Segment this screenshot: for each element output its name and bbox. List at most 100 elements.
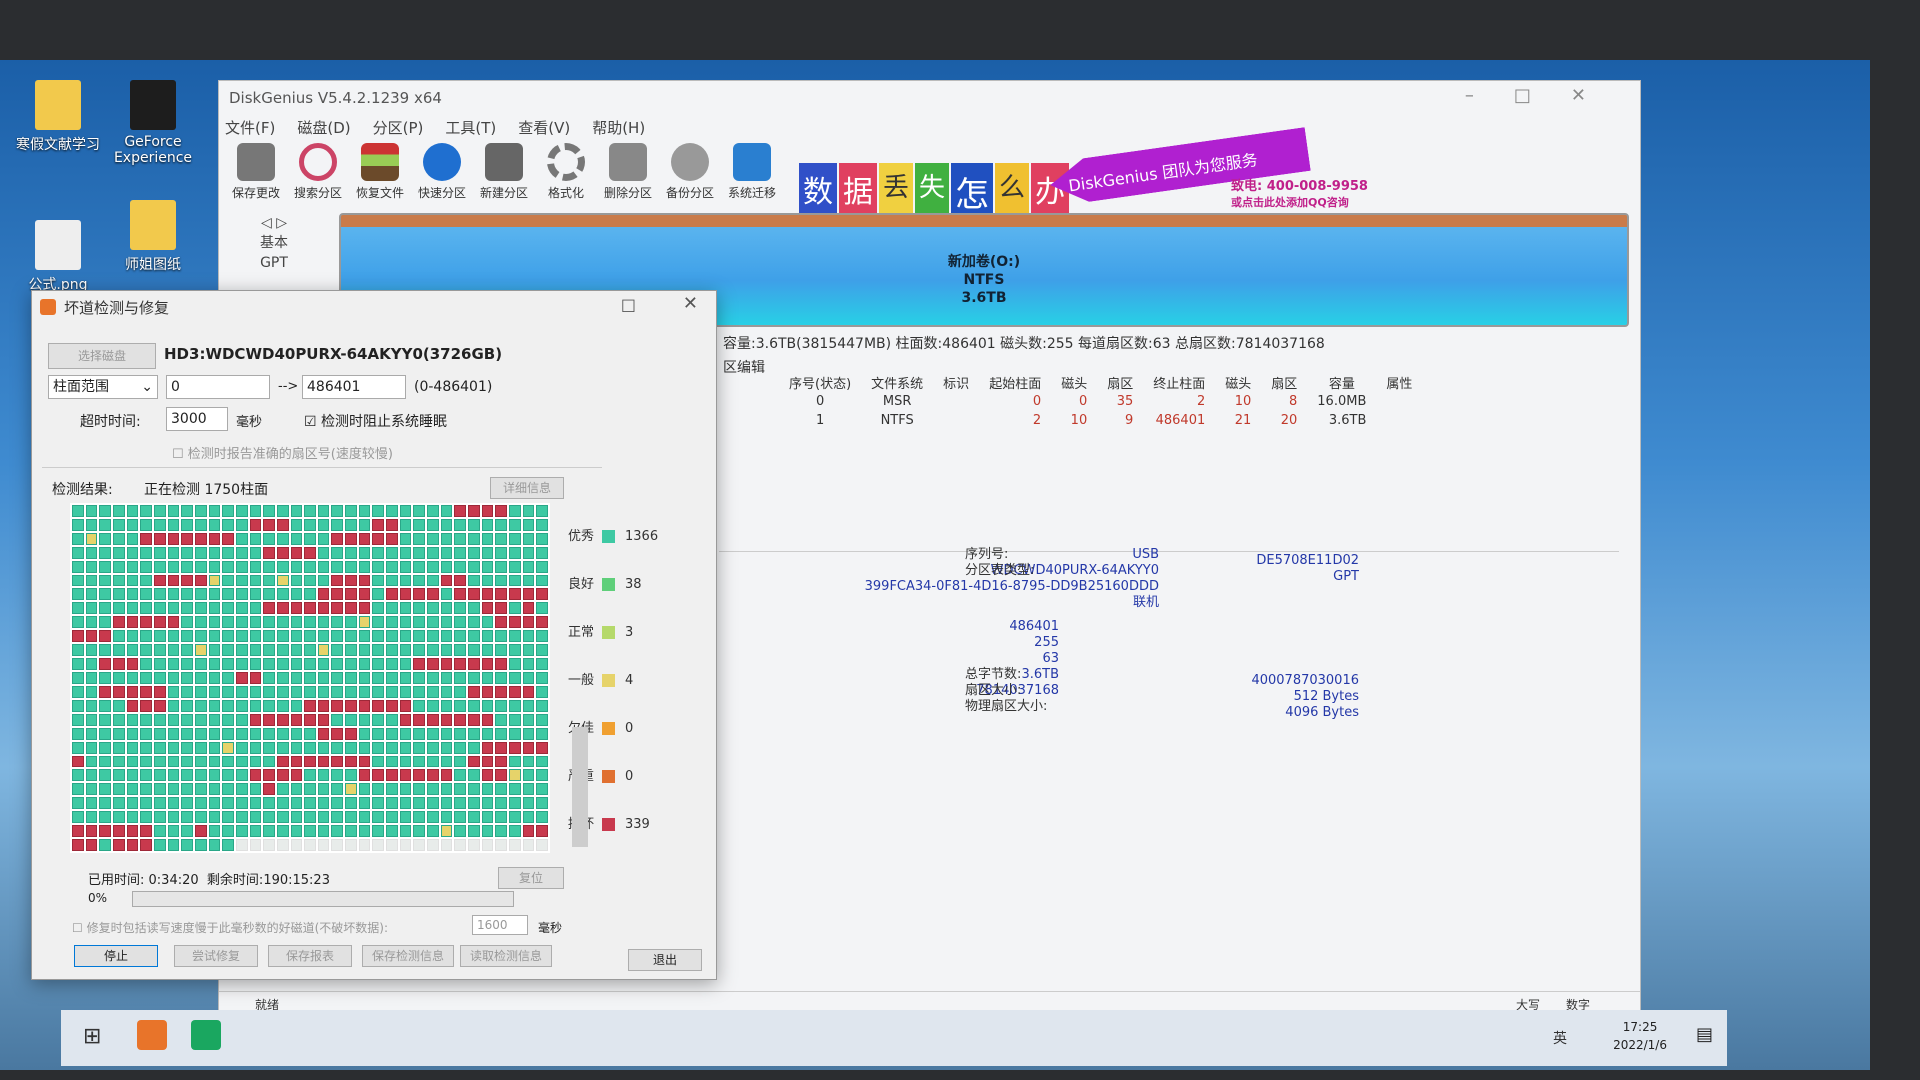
from-input[interactable]: 0 — [166, 375, 270, 399]
menu-tools[interactable]: 工具(T) — [445, 119, 496, 137]
range-mode-select[interactable]: 柱面范围 ⌄ — [48, 375, 158, 399]
cylinder-block — [358, 602, 371, 615]
load-scan-info-button[interactable]: 读取检测信息 — [460, 945, 552, 967]
tab-partition-edit[interactable]: 区编辑 — [723, 357, 765, 377]
cylinder-block — [372, 741, 385, 754]
menu-view[interactable]: 查看(V) — [518, 119, 570, 137]
cylinder-block — [481, 769, 494, 782]
desktop-icon-doc[interactable]: 寒假文献学习 — [8, 80, 108, 154]
cylinder-block — [222, 505, 234, 517]
cylinder-block — [72, 644, 84, 657]
table-row[interactable]: 1 NTFS 2 10 9 486401 21 20 3.6TB — [779, 411, 1422, 430]
menu-help[interactable]: 帮助(H) — [592, 119, 645, 137]
exit-button[interactable]: 退出 — [628, 949, 702, 971]
cylinder-block — [427, 602, 439, 615]
cylinder-block — [72, 713, 84, 726]
cylinder-block — [304, 616, 316, 629]
cylinder-block — [427, 783, 439, 796]
cylinder-block — [85, 644, 98, 657]
detail-values: DE5708E11D02 GPT 4000787030016 512 Bytes 40… — [1251, 553, 1359, 720]
prevent-sleep-checkbox[interactable]: ☑ 检测时阻止系统睡眠 — [304, 411, 447, 431]
cylinder-block — [290, 658, 303, 671]
cylinder-block — [509, 699, 521, 712]
to-input[interactable]: 486401 — [302, 375, 406, 399]
window-controls[interactable]: –□✕ — [1465, 85, 1626, 106]
new-partition-button[interactable]: 新建分区 — [473, 143, 535, 201]
legend-swatch — [602, 770, 616, 783]
quick-partition-button[interactable]: 快速分区 — [411, 143, 473, 201]
cylinder-block — [509, 560, 521, 573]
banner-contact[interactable]: 致电: 400-008-9958 或点击此处添加QQ咨询 — [1231, 179, 1368, 211]
cylinder-block — [427, 560, 439, 573]
report-exact-checkbox[interactable]: ☐ 检测时报告准确的扇区号(速度较慢) — [172, 443, 393, 462]
cylinder-block — [454, 505, 467, 517]
migrate-button[interactable]: 系统迁移 — [721, 143, 783, 201]
taskbar: ⊞ 英 17:25 2022/1/6 ▤ — [61, 1010, 1727, 1066]
cylinder-block — [440, 658, 453, 671]
timeout-input[interactable]: 3000 — [166, 407, 228, 431]
save-report-button[interactable]: 保存报表 — [268, 945, 352, 967]
cylinder-block — [331, 685, 344, 698]
cylinder-block — [126, 713, 139, 726]
details-button[interactable]: 详细信息 — [490, 477, 564, 499]
cylinder-block — [372, 588, 385, 601]
select-disk-button[interactable]: 选择磁盘 — [48, 343, 156, 369]
cylinder-block — [427, 644, 439, 657]
notification-icon[interactable]: ▤ — [1696, 1024, 1713, 1045]
recover-files-button[interactable]: 恢复文件 — [349, 143, 411, 201]
cylinder-block — [263, 797, 275, 810]
desktop-icon-png[interactable]: 公式.png — [8, 220, 108, 294]
cylinder-block — [222, 602, 234, 615]
disk-nav[interactable]: ◁ ▷ 基本 GPT — [219, 213, 329, 273]
cylinder-block — [140, 560, 152, 573]
repair-ms-input[interactable]: 1600 — [472, 915, 528, 935]
scrollbar[interactable] — [572, 727, 588, 847]
cylinder-block — [358, 560, 371, 573]
maximize-button[interactable]: □ — [621, 295, 636, 314]
diskgenius-taskbar-icon[interactable] — [137, 1020, 167, 1050]
backup-partition-button[interactable]: 备份分区 — [659, 143, 721, 201]
ad-banner[interactable]: 数据丢失怎么办 — [799, 163, 1070, 220]
cylinder-block — [358, 685, 371, 698]
cylinder-block — [290, 797, 303, 810]
cylinder-block — [495, 602, 508, 615]
cylinder-block — [304, 741, 316, 754]
cylinder-block — [358, 505, 371, 517]
cylinder-block — [481, 574, 494, 587]
cylinder-block — [167, 588, 180, 601]
cylinder-block — [345, 672, 357, 684]
format-button[interactable]: 格式化 — [535, 143, 597, 201]
cylinder-block — [263, 616, 275, 629]
cylinder-block — [495, 755, 508, 768]
delete-partition-button[interactable]: 删除分区 — [597, 143, 659, 201]
search-partition-button[interactable]: 搜索分区 — [287, 143, 349, 201]
close-button[interactable]: ✕ — [683, 293, 698, 314]
cylinder-block — [468, 644, 480, 657]
cylinder-block — [276, 685, 289, 698]
table-row[interactable]: 0 MSR 0 0 35 2 10 8 16.0MB — [779, 392, 1422, 411]
cylinder-block — [481, 839, 494, 851]
desktop-icon-drawings[interactable]: 师姐图纸 — [103, 200, 203, 274]
repair-option-checkbox[interactable]: ☐ 修复时包括读写速度慢于此毫秒数的好磁道(不破坏数据): — [72, 919, 388, 936]
try-repair-button[interactable]: 尝试修复 — [174, 945, 258, 967]
cylinder-block — [290, 811, 303, 824]
clock[interactable]: 17:25 2022/1/6 — [1613, 1018, 1667, 1054]
desktop-icon-geforce[interactable]: GeForce Experience — [103, 80, 203, 166]
start-icon[interactable]: ⊞ — [83, 1024, 101, 1049]
cylinder-block — [112, 797, 125, 810]
menu-disk[interactable]: 磁盘(D) — [297, 119, 350, 137]
cylinder-block — [454, 532, 467, 545]
menu-file[interactable]: 文件(F) — [225, 119, 275, 137]
cylinder-block — [440, 797, 453, 810]
cylinder-block — [208, 713, 221, 726]
reset-button[interactable]: 复位 — [498, 867, 564, 889]
save-button[interactable]: 保存更改 — [225, 143, 287, 201]
save-scan-info-button[interactable]: 保存检测信息 — [362, 945, 454, 967]
cylinder-block — [413, 602, 426, 615]
stop-button[interactable]: 停止 — [74, 945, 158, 967]
menu-partition[interactable]: 分区(P) — [373, 119, 424, 137]
cylinder-block — [140, 658, 152, 671]
cylinder-block — [208, 588, 221, 601]
ime-indicator[interactable]: 英 — [1553, 1028, 1567, 1048]
app-taskbar-icon[interactable] — [191, 1020, 221, 1050]
